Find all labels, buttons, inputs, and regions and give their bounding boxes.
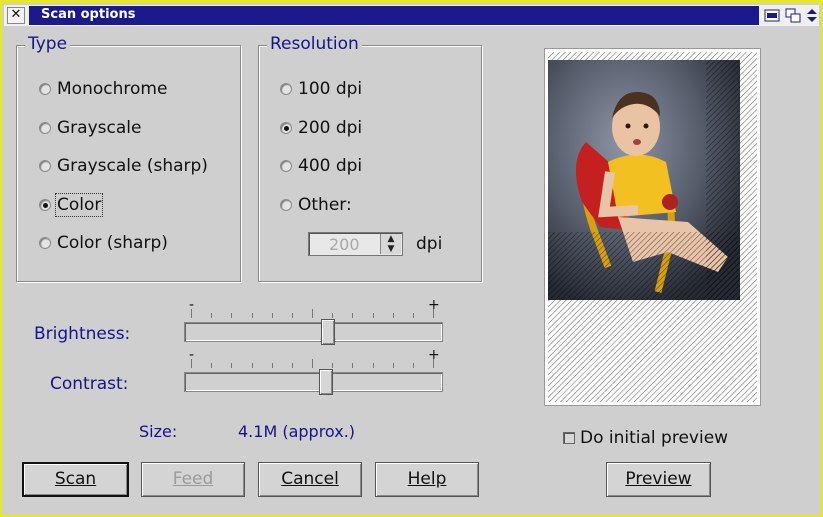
radio-label: Monochrome <box>57 79 168 99</box>
slider-tick <box>272 363 273 368</box>
radio-label: 400 dpi <box>298 156 363 176</box>
slider-tick <box>352 363 353 368</box>
radio-label: Color (sharp) <box>57 233 168 253</box>
slider-tick <box>231 313 232 318</box>
radio-monochrome[interactable]: Monochrome <box>39 79 167 99</box>
radio-label: Other: <box>298 195 352 215</box>
title-bar-fill: Scan options <box>29 6 759 25</box>
preview-button[interactable]: Preview <box>606 462 711 497</box>
radio-label: Grayscale <box>57 118 142 138</box>
close-icon[interactable]: ✕ <box>7 7 25 24</box>
window-title: Scan options <box>41 7 136 22</box>
scan-options-dialog: ✕ Scan options Type Monochrome Grayscale… <box>0 0 823 517</box>
other-dpi-spinbox[interactable]: 200 ▲ ▼ <box>308 232 403 256</box>
slider-tick <box>433 359 434 368</box>
radio-label: Color <box>54 193 104 217</box>
radio-grayscale[interactable]: Grayscale <box>39 118 141 138</box>
slider-tick <box>312 309 313 318</box>
resolution-group-title: Resolution <box>267 34 362 54</box>
contrast-slider-handle[interactable] <box>319 369 333 395</box>
spin-arrows-icon[interactable]: ▲ ▼ <box>380 234 401 254</box>
slider-tick <box>413 313 414 318</box>
radio-icon <box>39 122 51 134</box>
slider-tick <box>373 313 374 318</box>
radio-icon <box>280 199 292 211</box>
type-group-title: Type <box>25 34 71 54</box>
radio-checked-icon <box>280 122 292 134</box>
radio-label: Grayscale (sharp) <box>57 156 208 176</box>
slider-tick <box>393 313 394 318</box>
cancel-button-label: Cancel <box>281 469 339 489</box>
radio-label: 200 dpi <box>298 118 363 138</box>
scan-button[interactable]: Scan <box>22 462 129 497</box>
preview-area[interactable] <box>548 52 757 402</box>
slider-tick <box>312 359 313 368</box>
radio-color[interactable]: Color <box>39 193 104 217</box>
slider-tick <box>332 363 333 368</box>
slider-tick <box>292 363 293 368</box>
brightness-label: Brightness: <box>34 324 131 344</box>
dpi-unit-label: dpi <box>416 234 443 254</box>
restore-icon[interactable] <box>785 8 801 23</box>
scroll-arrows-icon[interactable] <box>805 8 819 23</box>
slider-tick <box>191 359 192 368</box>
radio-icon <box>39 160 51 172</box>
slider-tick <box>373 363 374 368</box>
contrast-label: Contrast: <box>50 374 129 394</box>
radio-icon <box>280 160 292 172</box>
help-button[interactable]: Help <box>375 462 479 497</box>
cancel-button[interactable]: Cancel <box>258 462 362 497</box>
radio-checked-icon <box>39 199 51 211</box>
radio-100-dpi[interactable]: 100 dpi <box>280 79 362 99</box>
radio-color-sharp[interactable]: Color (sharp) <box>39 233 168 253</box>
contrast-slider-track[interactable] <box>184 369 443 395</box>
slider-tick <box>252 313 253 318</box>
slider-tick <box>272 313 273 318</box>
slider-tick <box>231 363 232 368</box>
slider-tick <box>413 363 414 368</box>
preview-image <box>548 52 757 402</box>
slider-tick <box>191 309 192 318</box>
preview-button-label: Preview <box>625 469 692 489</box>
radio-other-dpi[interactable]: Other: <box>280 195 352 215</box>
slider-tick <box>252 363 253 368</box>
feed-button[interactable]: Feed <box>141 462 245 497</box>
brightness-slider-track[interactable] <box>184 319 443 345</box>
radio-200-dpi[interactable]: 200 dpi <box>280 118 362 138</box>
radio-icon <box>39 237 51 249</box>
radio-label: 100 dpi <box>298 79 363 99</box>
initial-preview-label: Do initial preview <box>580 428 729 448</box>
slider-tick <box>332 313 333 318</box>
spinbox-value: 200 <box>329 235 360 254</box>
title-bar: ✕ Scan options <box>4 5 819 26</box>
feed-button-label: Feed <box>172 469 214 489</box>
minimize-icon[interactable] <box>764 8 780 23</box>
preview-frame <box>544 48 761 406</box>
slider-tick <box>433 309 434 318</box>
initial-preview-checkbox[interactable]: Do initial preview <box>563 428 728 448</box>
size-value: 4.1M (approx.) <box>238 422 356 441</box>
help-button-label: Help <box>407 469 447 489</box>
checkbox-icon <box>563 432 575 444</box>
radio-grayscale-sharp[interactable]: Grayscale (sharp) <box>39 156 208 176</box>
radio-icon <box>39 83 51 95</box>
size-label: Size: <box>139 422 178 441</box>
slider-tick <box>211 363 212 368</box>
slider-tick <box>393 363 394 368</box>
scan-button-label: Scan <box>54 469 97 489</box>
slider-tick <box>292 313 293 318</box>
slider-tick <box>211 313 212 318</box>
radio-icon <box>280 83 292 95</box>
slider-tick <box>352 313 353 318</box>
brightness-slider-handle[interactable] <box>321 319 335 345</box>
radio-400-dpi[interactable]: 400 dpi <box>280 156 362 176</box>
